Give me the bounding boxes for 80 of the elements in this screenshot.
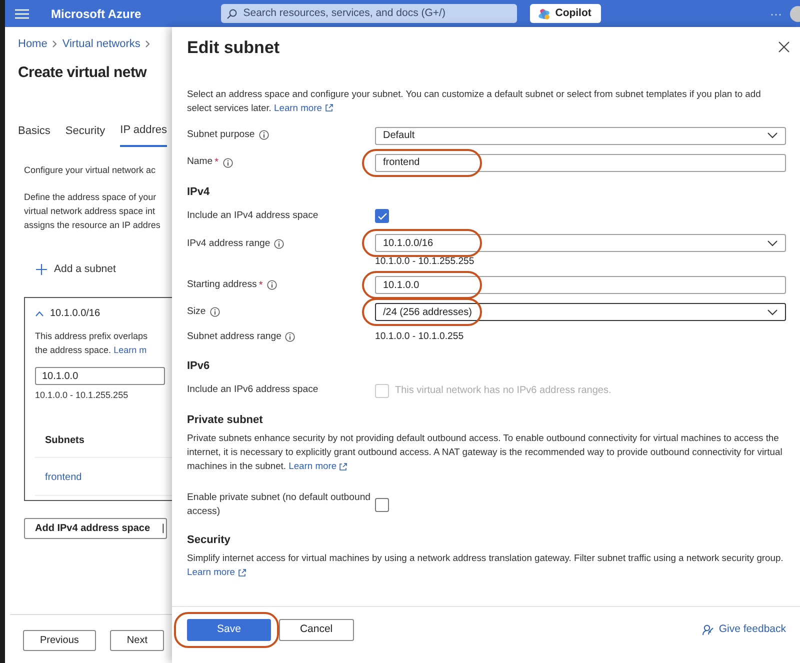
info-icon[interactable] — [274, 239, 284, 250]
tab[interactable]: Security — [65, 122, 106, 146]
dropdown[interactable]: /24 (256 addresses) — [375, 303, 786, 321]
chevron-down-icon — [767, 240, 778, 246]
chevron-down-icon — [767, 132, 778, 139]
search-field[interactable]: Search resources, services, and docs (G+/) — [221, 4, 518, 23]
info-icon[interactable] — [285, 332, 296, 342]
chevron-down-icon — [767, 308, 778, 316]
field-label: Name — [187, 155, 213, 170]
section-heading: Private subnet — [187, 412, 264, 428]
learn-more-link[interactable]: Learn more — [187, 566, 246, 578]
previous-button[interactable]: Previous — [23, 630, 96, 651]
dropdown[interactable]: Default — [375, 126, 786, 144]
external-link-icon — [238, 568, 246, 577]
info-icon[interactable] — [222, 158, 232, 168]
address-range: 10.1.0.0 - 10.1.255.255 — [375, 256, 476, 267]
dropdown[interactable]: 10.1.0.0/16 — [375, 234, 786, 252]
more-button[interactable]: ··· — [770, 4, 782, 22]
tab[interactable]: IP addres — [120, 122, 168, 146]
checkbox-note: This virtual network has no IPv6 address ranges. — [395, 384, 612, 398]
address-prefix: 10.1.0.0/16 — [50, 307, 100, 322]
breadcrumb-link[interactable]: Virtual networks — [62, 36, 140, 52]
save-button[interactable]: Save — [187, 619, 271, 641]
chevron-up-icon[interactable] — [35, 310, 44, 317]
external-link-icon — [324, 104, 333, 112]
checkbox[interactable] — [375, 498, 389, 512]
copilot-button[interactable]: Copilot — [530, 4, 602, 23]
search-icon — [227, 8, 238, 18]
cancel-button[interactable]: Cancel — [278, 619, 354, 641]
section-heading: IPv4 — [187, 184, 211, 200]
chevron-right-icon — [145, 40, 150, 48]
feedback-icon — [702, 624, 714, 636]
checkbox[interactable] — [375, 209, 389, 223]
input-field[interactable]: frontend — [375, 154, 786, 172]
brand-name[interactable]: Microsoft Azure — [51, 4, 142, 22]
breadcrumb-link[interactable]: Home — [18, 36, 48, 52]
learn-more-link[interactable]: Learn more — [288, 460, 348, 471]
menu-icon[interactable] — [15, 8, 29, 18]
page-title: Create virtual netw — [18, 62, 148, 82]
field-value: 10.1.0.0 - 10.1.0.255 — [375, 330, 464, 342]
info-icon[interactable] — [266, 280, 277, 290]
plus-icon — [36, 264, 47, 275]
address-range: 10.1.0.0 - 10.1.255.255 — [35, 389, 130, 402]
chevron-right-icon — [52, 40, 58, 48]
feedback-link[interactable]: Give feedback — [702, 622, 786, 638]
field-label: Include an IPv6 address space — [187, 383, 318, 398]
required-mark: * — [214, 156, 218, 170]
field-label: Size — [187, 304, 206, 319]
tab[interactable]: Basics — [18, 122, 50, 146]
section-heading: IPv6 — [187, 359, 211, 374]
copilot-icon — [538, 8, 550, 20]
field-label: Subnet purpose — [187, 128, 255, 142]
info-icon[interactable] — [210, 306, 220, 317]
close-icon[interactable] — [778, 41, 790, 53]
field-label: Include an IPv4 address space — [187, 208, 318, 223]
required-mark: * — [258, 278, 263, 292]
field-label: Enable private subnet (no default outbound access) — [187, 491, 372, 520]
learn-more-link[interactable]: Learn m — [114, 345, 147, 356]
add-address-space-button[interactable]: Add IPv4 address space | — [24, 518, 167, 540]
column-header: Subnets — [45, 434, 86, 448]
input-field[interactable]: 10.1.0.0 — [375, 276, 786, 294]
next-button[interactable]: Next — [110, 630, 164, 651]
subnet-link[interactable]: frontend — [45, 470, 172, 486]
add-subnet-button[interactable]: Add a subnet — [54, 262, 116, 278]
description-text: Simplify internet access for virtual machines by using a network address translation gateway. Filter subnet traffic using a network security group. Learn more — [187, 551, 784, 580]
field-label: Subnet address range — [187, 330, 282, 344]
field-label: IPv4 address range — [187, 237, 270, 251]
warning-text: This address prefix overlaps the address space. Learn m — [35, 330, 149, 358]
learn-more-link[interactable]: Learn more — [274, 102, 333, 112]
address-input[interactable]: 10.1.0.0 — [35, 367, 165, 386]
description-text: Define the address space of your virtual network address space int assigns the resource an IP addres — [23, 190, 162, 232]
info-icon[interactable] — [258, 130, 269, 140]
external-link-icon — [339, 462, 348, 471]
check-icon — [378, 212, 386, 220]
panel-title: Edit subnet — [187, 37, 280, 59]
description-text: Select an address space and configure your subnet. You can customize a default subnet or select from subnet templates if you plan to add select services later. Learn more — [187, 86, 762, 114]
field-label: Starting address — [187, 278, 257, 292]
section-heading: Security — [187, 532, 232, 548]
description-text: Private subnets enhance security by not providing default outbound access. To enable outbound connectivity for virtual machines to access the internet, it is necessary to explicitly grant outbound access. A NAT gateway is the recommended way to provide outbound connectivity for virtual machines in the subnet. Learn more — [187, 431, 784, 473]
intro-text: Configure your virtual network ac — [23, 164, 157, 176]
